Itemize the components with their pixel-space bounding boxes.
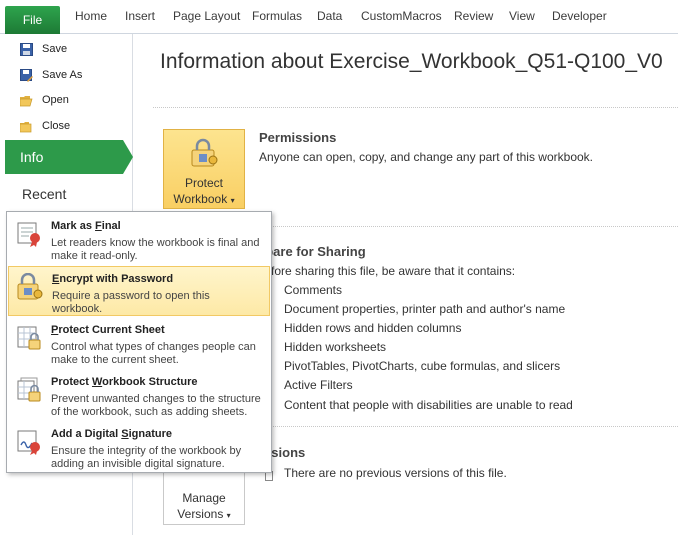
divider [153,107,678,108]
versions-text: There are no previous versions of this f… [284,466,507,480]
file-tab[interactable]: File [5,6,60,34]
tab-review[interactable]: Review [454,9,493,23]
workbook-label: Workbook ▾ [173,192,235,206]
tab-formulas[interactable]: Formulas [252,9,302,23]
protect-workbook-structure-item[interactable]: Protect Workbook Structure Prevent unwan… [8,370,270,420]
info-selected-arrow [123,140,133,174]
folder-close-icon [19,120,33,133]
floppy-disk-icon [20,42,33,56]
ribbon-seal-icon [15,220,43,248]
versions-label: Versions ▾ [177,507,231,521]
protect-workbook-button[interactable]: Protect Workbook ▾ [163,129,245,209]
encrypt-desc: Require a password to open this workbook… [52,290,210,315]
mark-as-final-item[interactable]: Mark as Final Let readers know the workb… [8,214,270,264]
permissions-heading: Permissions [259,130,337,145]
digital-signature-title: Add a Digital Signature [51,428,173,440]
tab-page-layout[interactable]: Page Layout [173,9,240,23]
protect-structure-title: Protect Workbook Structure [51,376,198,388]
ribbon-tab-bar: File Home Insert Page Layout Formulas Da… [0,0,678,34]
manage-label: Manage [182,491,226,505]
save-as-icon [20,68,33,82]
list-item: Document properties, printer path and au… [284,302,566,316]
workbook-lock-icon [15,376,43,404]
encrypt-with-password-item[interactable]: Encrypt with Password Require a password… [8,266,270,316]
protect-sheet-desc: Control what types of changes people can… [51,341,256,366]
save-label: Save [42,43,68,55]
list-item: Hidden rows and hidden columns [284,321,462,335]
open-label: Open [42,94,69,106]
mark-as-final-desc: Let readers know the workbook is final a… [51,237,260,262]
protect-current-sheet-item[interactable]: Protect Current Sheet Control what types… [8,318,270,368]
add-digital-signature-item[interactable]: Add a Digital Signature Ensure the integ… [8,422,270,472]
encrypt-title: Encrypt with Password [52,273,174,285]
list-item: Hidden worksheets [284,340,387,354]
prepare-intro: fore sharing this file, be aware that it… [271,264,516,278]
save-as-label: Save As [42,69,83,81]
tab-home[interactable]: Home [75,9,107,23]
tab-data[interactable]: Data [317,9,342,23]
folder-open-icon [19,94,33,107]
save-as-button[interactable]: Save As [20,66,82,84]
chevron-down-icon: ▾ [226,511,231,520]
close-button[interactable]: Close [19,117,71,135]
nav-item-recent[interactable]: Recent [22,186,66,202]
prepare-heading: epare for Sharing [258,244,366,259]
tab-custommacros[interactable]: CustomMacros [361,9,442,23]
save-button[interactable]: Save [20,40,67,58]
page-title: Information about Exercise_Workbook_Q51-… [160,50,663,73]
chevron-down-icon: ▾ [230,196,235,205]
tab-view[interactable]: View [509,9,535,23]
tab-insert[interactable]: Insert [125,9,155,23]
sheet-lock-icon [15,324,43,352]
mark-as-final-title: Mark as Final [51,220,121,232]
protect-sheet-title: Protect Current Sheet [51,324,165,336]
permissions-text: Anyone can open, copy, and change any pa… [259,150,593,164]
digital-signature-desc: Ensure the integrity of the workbook by … [51,445,242,470]
list-item: Active Filters [284,378,353,392]
protect-label: Protect [184,176,223,190]
list-item: Comments [284,283,343,297]
signature-icon [15,428,43,456]
close-label: Close [42,120,71,132]
protect-structure-desc: Prevent unwanted changes to the structur… [51,393,261,418]
list-item: Content that people with disabilities ar… [284,398,573,412]
open-button[interactable]: Open [19,91,69,109]
nav-item-info[interactable]: Info [5,140,123,174]
list-item: PivotTables, PivotCharts, cube formulas,… [284,359,561,373]
lock-key-icon [190,138,220,171]
protect-workbook-menu: Mark as Final Let readers know the workb… [6,211,272,473]
tab-developer[interactable]: Developer [552,9,607,23]
lock-key-icon [16,272,44,301]
